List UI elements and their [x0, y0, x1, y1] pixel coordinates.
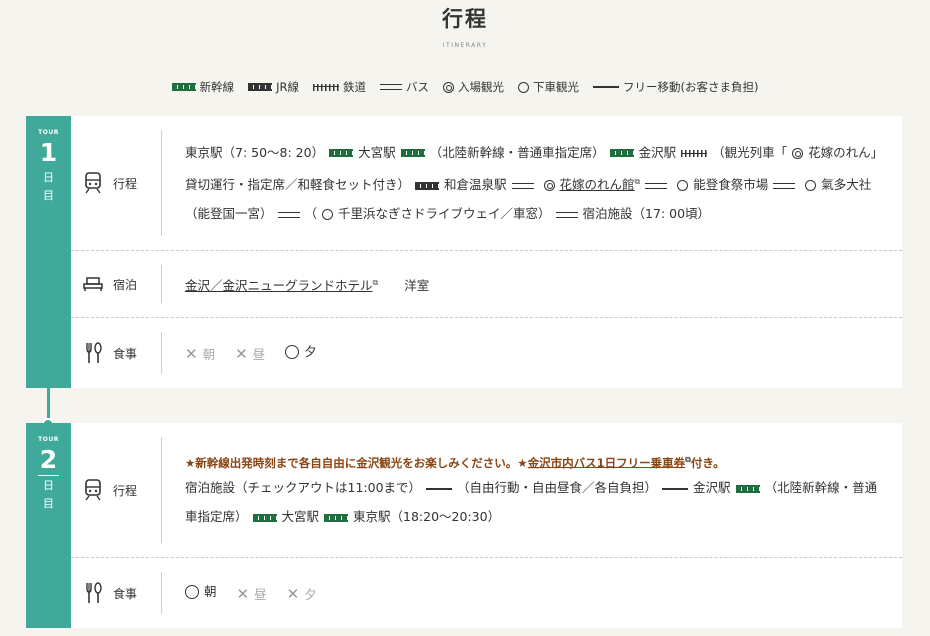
- meal-dinner: ✕ 夕: [286, 584, 317, 603]
- legend-entry: 入場観光: [442, 79, 504, 95]
- day-number: 1: [39, 138, 58, 167]
- entry-sightseeing-icon: [442, 81, 454, 93]
- legend-drop: 下車観光: [517, 79, 579, 95]
- bed-icon: [83, 277, 103, 291]
- page-title: 行程: [442, 7, 488, 31]
- jr-line-icon: [248, 83, 273, 91]
- meal-list: 朝 ✕ 昼 ✕ 夕: [185, 577, 880, 609]
- meal-lunch: ✕ 昼: [236, 584, 267, 603]
- meal-lunch: ✕ 昼: [235, 344, 266, 363]
- notice-text: ★新幹線出発時刻まで各自自由に金沢観光をお楽しみください。★金沢市内バス1日フリ…: [185, 454, 725, 470]
- title-block: 行程 ITINERARY: [0, 4, 930, 49]
- legend-free: フリー移動(お客さま負担): [592, 79, 758, 95]
- shinkansen-icon: [171, 83, 196, 91]
- cutlery-icon: [86, 582, 102, 603]
- day-card-2: TOUR 2 日 目 行程 ★新幹線出発時刻まで各自自由に金沢観光をお楽しみくだ…: [26, 423, 902, 628]
- legend-shinkansen: 新幹線: [171, 79, 234, 95]
- meal-breakfast: ✕ 朝: [185, 344, 216, 363]
- bus-pass-link[interactable]: 金沢市内バス1日フリー乗車券: [528, 455, 686, 469]
- itinerary-row: 行程 東京駅（7: 50～8: 20） 大宮駅 （北陸新幹線・普通車指定席） 金沢駅（…: [71, 116, 902, 251]
- day-card-1: TOUR 1 日 目 行程 東京駅（7: 50～8: 20） 大宮駅 （北陸新幹線・…: [26, 116, 902, 388]
- itinerary-text: 宿泊施設（チェックアウトは11:00まで） （自由行動・自由昼食／各自負担） 金沢駅…: [185, 480, 878, 525]
- page-subtitle: ITINERARY: [442, 42, 488, 49]
- cutlery-icon: [86, 342, 102, 363]
- hanayome-noren-link[interactable]: 花嫁のれん館: [560, 177, 635, 192]
- legend-bus: バス: [379, 79, 429, 95]
- legend-rail: 鉄道: [312, 79, 366, 95]
- hotel-link[interactable]: 金沢／金沢ニューグランドホテル: [185, 278, 373, 293]
- bus-icon: [379, 84, 402, 90]
- itinerary-row: 行程 ★新幹線出発時刻まで各自自由に金沢観光をお楽しみください。★金沢市内バス1…: [71, 423, 902, 558]
- itinerary-text: 東京駅（7: 50～8: 20） 大宮駅 （北陸新幹線・普通車指定席） 金沢駅 （観光列…: [185, 144, 877, 222]
- legend-jr: JR線: [248, 79, 299, 95]
- railway-icon: [312, 83, 339, 91]
- stay-row: 宿泊 金沢／金沢ニューグランドホテル⧉ 洋室: [71, 251, 902, 318]
- train-icon: [85, 172, 101, 194]
- meal-breakfast: 朝: [185, 577, 217, 606]
- day-number: 2: [37, 445, 60, 476]
- legend: 新幹線 JR線 鉄道 バス 入場観光 下車観光 フリー移動(お客さま負担): [0, 79, 930, 95]
- drop-sightseeing-icon: [517, 81, 529, 93]
- meal-dinner: 夕: [285, 337, 317, 366]
- day-tab-1: TOUR 1 日 目: [26, 116, 71, 388]
- train-icon: [85, 479, 101, 501]
- meal-row: 食事 朝 ✕ 昼 ✕ 夕: [71, 558, 902, 628]
- day-tab-2: TOUR 2 日 目: [26, 423, 71, 628]
- meal-list: ✕ 朝 ✕ 昼 夕: [185, 337, 880, 369]
- free-movement-icon: [592, 86, 619, 88]
- meal-row: 食事 ✕ 朝 ✕ 昼 夕: [71, 318, 902, 388]
- room-type: 洋室: [404, 278, 430, 294]
